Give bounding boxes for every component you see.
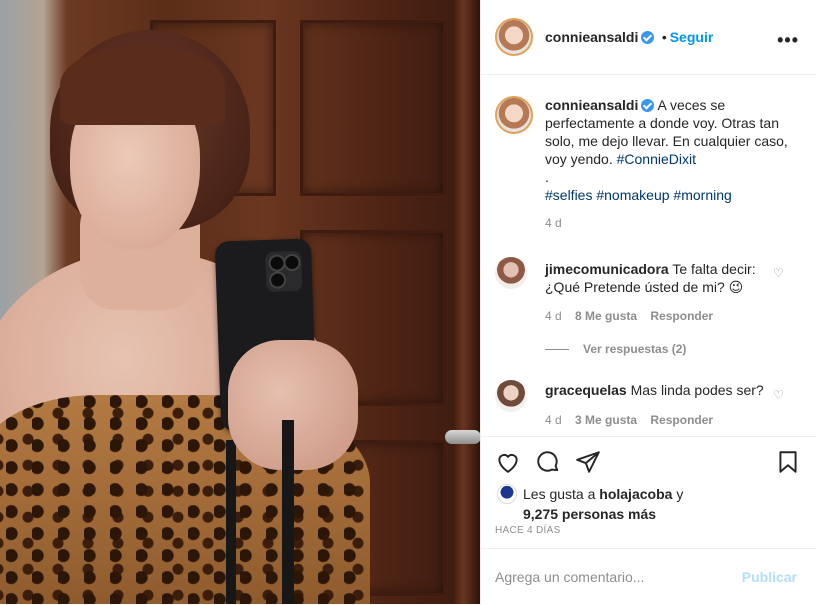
comment-username[interactable]: jimecomunicadora — [545, 261, 669, 277]
verified-badge-icon — [641, 31, 655, 44]
comment-like-icon[interactable]: ♡ — [773, 389, 785, 401]
hashtag-link[interactable]: #nomakeup — [596, 187, 669, 203]
comment-like-icon[interactable]: ♡ — [773, 267, 785, 279]
post-sidebar: connieansaldi • Seguir ••• connieansaldi … — [480, 0, 816, 604]
post-header: connieansaldi • Seguir ••• — [481, 0, 816, 75]
commenter-avatar[interactable] — [495, 257, 527, 289]
comment-time[interactable]: 4 d — [545, 309, 562, 323]
author-avatar[interactable] — [495, 18, 533, 56]
comment-input[interactable]: Agrega un comentario... — [495, 569, 644, 585]
hashtag-link[interactable]: #ConnieDixit — [617, 151, 696, 167]
phone-camera — [265, 250, 303, 292]
caption-separator: . — [545, 169, 549, 185]
door-frame — [452, 0, 480, 604]
comment-time[interactable]: 4 d — [545, 413, 562, 427]
reply-button[interactable]: Responder — [650, 309, 713, 323]
likes-count[interactable]: 9,275 personas más — [523, 506, 656, 522]
caption-avatar[interactable] — [495, 96, 533, 134]
action-bar — [481, 436, 816, 483]
likes-summary: Les gusta a holajacoba y 9,275 personas … — [523, 484, 773, 524]
reply-button[interactable]: Responder — [650, 413, 713, 427]
view-replies-label: Ver respuestas (2) — [583, 342, 687, 356]
comment-meta: 4 d 8 Me gusta Responder — [545, 309, 723, 323]
liker-username[interactable]: holajacoba — [599, 486, 672, 502]
divider-line — [545, 349, 569, 351]
post-photo[interactable] — [0, 0, 480, 604]
posted-time[interactable]: HACE 4 DÍAS — [495, 525, 561, 536]
comment: jimecomunicadora Te falta decir: ¿Qué Pr… — [545, 260, 785, 296]
liker-avatar[interactable] — [497, 484, 517, 504]
door-handle — [445, 430, 480, 444]
author-username[interactable]: connieansaldi — [545, 29, 638, 45]
comment-text: Mas linda podes ser? — [630, 382, 764, 398]
comment-icon[interactable] — [535, 449, 561, 475]
likes-conj: y — [676, 486, 684, 502]
publish-button[interactable]: Publicar — [742, 569, 797, 585]
comment-likes[interactable]: 3 Me gusta — [575, 413, 637, 427]
commenter-avatar[interactable] — [495, 380, 527, 412]
door-panel — [300, 20, 446, 196]
heart-icon[interactable] — [495, 449, 521, 475]
view-replies-button[interactable]: Ver respuestas (2) — [545, 342, 686, 356]
follow-button[interactable]: Seguir — [670, 29, 714, 45]
comment-username[interactable]: gracequelas — [545, 382, 627, 398]
verified-badge-icon — [641, 99, 655, 112]
separator-dot: • — [661, 29, 667, 45]
add-comment-bar: Agrega un comentario... Publicar — [481, 548, 816, 605]
author-line: connieansaldi • Seguir — [545, 29, 713, 47]
save-icon[interactable] — [775, 449, 801, 475]
caption-time[interactable]: 4 d — [545, 214, 795, 232]
likes-prefix: Les gusta a — [523, 486, 596, 502]
phone-strap — [282, 420, 294, 604]
comment-likes[interactable]: 8 Me gusta — [575, 309, 637, 323]
person-fringe — [60, 45, 225, 125]
comment: gracequelas Mas linda podes ser? — [545, 381, 785, 399]
hashtag-link[interactable]: #selfies — [545, 187, 592, 203]
more-options-icon[interactable]: ••• — [777, 30, 799, 51]
caption: connieansaldi A veces se perfectamente a… — [545, 96, 795, 232]
share-icon[interactable] — [575, 449, 601, 475]
caption-username[interactable]: connieansaldi — [545, 97, 638, 113]
comment-meta: 4 d 3 Me gusta Responder — [545, 413, 723, 427]
hashtag-link[interactable]: #morning — [673, 187, 731, 203]
phone-strap — [226, 440, 236, 604]
